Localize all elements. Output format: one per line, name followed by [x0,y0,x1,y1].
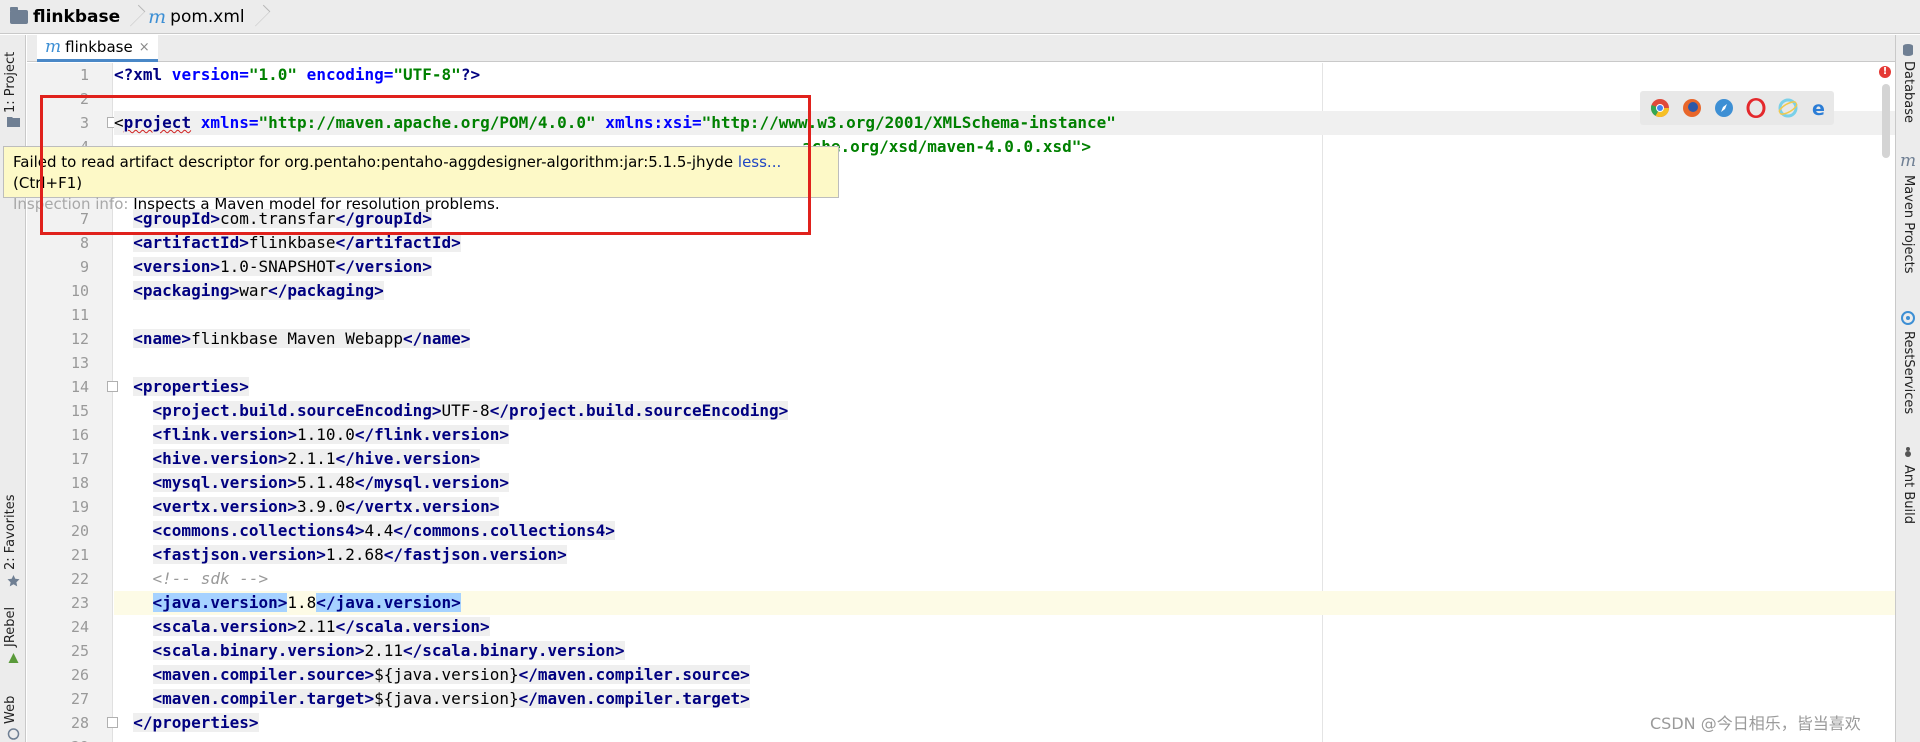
code-line: <flink.version>1.10.0</flink.version> [152,425,509,444]
tool-tab-jrebel[interactable]: JRebel [0,601,26,676]
maven-file-icon: m [45,37,62,57]
breadcrumb-file[interactable]: m pom.xml [138,0,253,34]
code-line: <version>1.0-SNAPSHOT</version> [133,257,432,276]
breadcrumb-project-label: flinkbase [33,6,121,27]
tool-tab-ant-label: Ant Build [1901,465,1916,524]
tool-tab-maven-projects[interactable]: m Maven Projects [1896,151,1920,274]
code-line: <properties> [133,377,249,396]
folder-icon [7,117,20,127]
line-number: 26 [70,666,89,684]
line-number: 10 [70,282,89,300]
editor-tab-bar: m flinkbase × [27,35,1895,62]
line-number: 11 [70,306,89,324]
tool-tab-database-label: Database [1901,61,1916,124]
editor-tab-label: flinkbase [65,38,133,56]
tool-tab-rest-label: RestServices [1901,331,1916,415]
code-line: <hive.version>2.1.1</hive.version> [152,449,481,468]
line-number: 14 [70,378,89,396]
code-line: <scala.version>2.11</scala.version> [152,617,490,636]
tool-tab-favorites[interactable]: 2: Favorites [0,475,26,587]
line-number: 1 [79,66,89,84]
tool-tab-web[interactable]: Web [0,690,26,742]
line-number: 28 [70,714,89,732]
line-number: 12 [70,330,89,348]
firefox-icon[interactable] [1682,98,1702,118]
line-number: 17 [70,450,89,468]
right-tool-window-strip: Database m Maven Projects RestServices A… [1895,35,1920,742]
breadcrumb-file-label: pom.xml [170,6,245,27]
line-number: 18 [70,474,89,492]
tool-tab-project-label: 1: Project [3,51,18,113]
ant-icon [1905,447,1911,457]
database-icon [1903,44,1913,56]
scrollbar-thumb[interactable] [1882,84,1890,158]
chrome-icon[interactable] [1650,98,1670,118]
code-line: <maven.compiler.source>${java.version}</… [152,665,750,684]
code-line: <?xml version="1.0" encoding="UTF-8"?> [114,65,481,84]
code-line: <packaging>war</packaging> [133,281,384,300]
code-line: <vertx.version>3.9.0</vertx.version> [152,497,500,516]
code-line: <mysql.version>5.1.48</mysql.version> [152,473,509,492]
tool-tab-database[interactable]: Database [1896,43,1920,133]
safari-icon[interactable] [1714,98,1734,118]
line-number: 24 [70,618,89,636]
editor-tab-flinkbase[interactable]: m flinkbase × [37,35,158,62]
line-number: 22 [70,570,89,588]
globe-icon [7,728,20,740]
code-line: <commons.collections4>4.4</commons.colle… [152,521,615,540]
code-line: <scala.binary.version>2.11</scala.binary… [152,641,625,660]
ie-icon[interactable] [1778,98,1798,118]
line-number: 21 [70,546,89,564]
tool-tab-jrebel-label: JRebel [3,606,18,647]
breadcrumb-separator [253,0,263,34]
navigation-bar: flinkbase m pom.xml [0,0,1920,34]
annotation-highlight-box [40,95,811,235]
browser-preview-bar: e [1640,91,1834,125]
tool-tab-favorites-label: 2: Favorites [3,494,18,570]
maven-file-icon: m [148,5,167,28]
line-number: 19 [70,498,89,516]
line-number: 13 [70,354,89,372]
line-number: 25 [70,642,89,660]
jrebel-icon [8,653,19,663]
watermark: CSDN @今日相乐，皆当喜欢 [1650,714,1861,733]
tool-tab-ant-build[interactable]: Ant Build [1896,445,1920,555]
line-number: 27 [70,690,89,708]
breadcrumb-separator [128,0,138,34]
rest-services-icon [1901,311,1915,325]
code-line: </properties> [133,713,259,732]
code-line: <!-- sdk --> [152,569,269,588]
line-number: 23 [70,594,89,612]
line-number: 20 [70,522,89,540]
code-line: <fastjson.version>1.2.68</fastjson.versi… [152,545,567,564]
code-line: <project.build.sourceEncoding>UTF-8</pro… [152,401,789,420]
tool-tab-web-label: Web [3,695,18,724]
left-tool-window-strip: 1: Project 2: Favorites JRebel Web [0,35,26,742]
code-line: <maven.compiler.target>${java.version}</… [152,689,750,708]
edge-icon[interactable]: e [1810,98,1830,118]
line-number: 16 [70,426,89,444]
tool-tab-maven-label: Maven Projects [1901,175,1916,274]
close-icon[interactable]: × [139,40,150,55]
error-indicator-icon[interactable]: ! [1879,66,1891,78]
code-line: <name>flinkbase Maven Webapp</name> [133,329,471,348]
star-icon [7,575,20,587]
svg-text:e: e [1812,98,1825,118]
tool-tab-project[interactable]: 1: Project [0,37,26,127]
line-number: 15 [70,402,89,420]
line-number: 29 [27,735,89,742]
maven-icon: m [1900,151,1917,171]
line-number: 9 [79,258,89,276]
opera-icon[interactable] [1746,98,1766,118]
tool-tab-rest-services[interactable]: RestServices [1896,311,1920,421]
code-line-current: <java.version>1.8</java.version> [114,591,1895,615]
folder-icon [10,6,28,24]
breadcrumb-project[interactable]: flinkbase [0,0,128,34]
